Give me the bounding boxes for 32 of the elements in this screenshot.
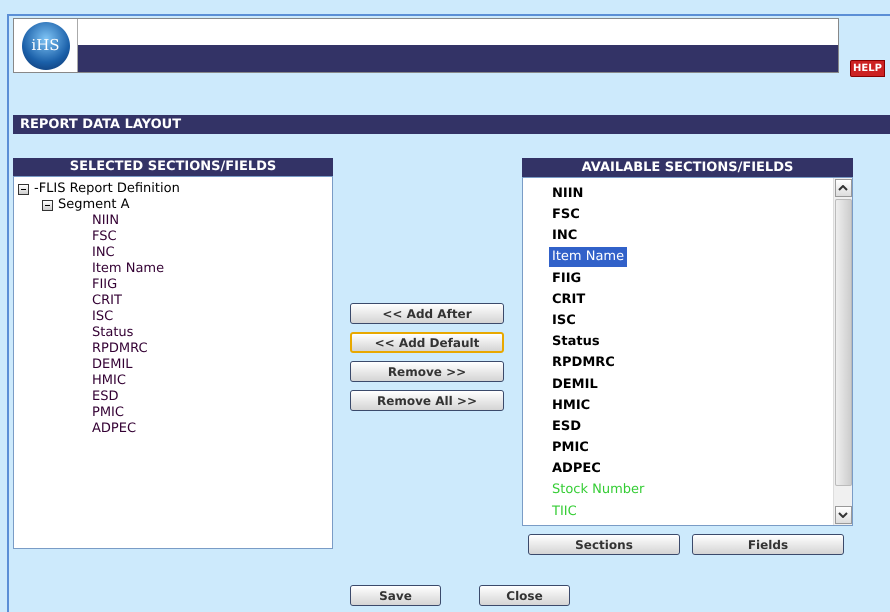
list-item[interactable]: NIIN xyxy=(549,184,586,204)
list-item[interactable]: RPDMRC xyxy=(549,353,618,373)
move-button[interactable]: << Add After xyxy=(350,303,504,324)
filter-button[interactable]: Fields xyxy=(692,534,844,555)
list-item[interactable]: ADPEC xyxy=(549,459,604,479)
filter-button[interactable]: Sections xyxy=(528,534,680,555)
panel-header: AVAILABLE SECTIONS/FIELDS xyxy=(522,158,853,177)
list-item[interactable]: FSC xyxy=(549,205,583,225)
footer-button[interactable]: Close xyxy=(479,585,570,606)
footer-button[interactable]: Save xyxy=(350,585,441,606)
scrollbar[interactable] xyxy=(833,178,852,525)
list-item[interactable]: Item Name xyxy=(549,247,628,267)
collapse-icon[interactable] xyxy=(42,200,53,210)
move-button[interactable]: Remove All >> xyxy=(350,390,504,411)
list-item[interactable]: CRIT xyxy=(549,290,588,310)
list-item[interactable]: ESD xyxy=(549,416,584,436)
list-item[interactable]: INC xyxy=(549,226,580,246)
scroll-up-icon[interactable] xyxy=(838,185,848,191)
logo: iHS xyxy=(22,22,70,70)
list-item[interactable]: ISC xyxy=(549,310,579,330)
collapse-icon[interactable] xyxy=(18,184,29,194)
list-item[interactable]: PMIC xyxy=(549,438,592,458)
list-item[interactable]: Status xyxy=(549,332,603,352)
list-item[interactable]: HMIC xyxy=(549,396,594,416)
move-button[interactable]: << Add Default xyxy=(350,332,504,353)
move-button[interactable]: Remove >> xyxy=(350,361,504,382)
scroll-down-icon[interactable] xyxy=(838,512,848,518)
list-item[interactable]: DEMIL xyxy=(549,374,601,394)
help-badge[interactable]: HELP xyxy=(850,60,885,77)
section-title-bar: REPORT DATA LAYOUT xyxy=(13,115,890,134)
panel-header: SELECTED SECTIONS/FIELDS xyxy=(13,158,333,176)
list-item[interactable]: FIIG xyxy=(549,268,584,288)
